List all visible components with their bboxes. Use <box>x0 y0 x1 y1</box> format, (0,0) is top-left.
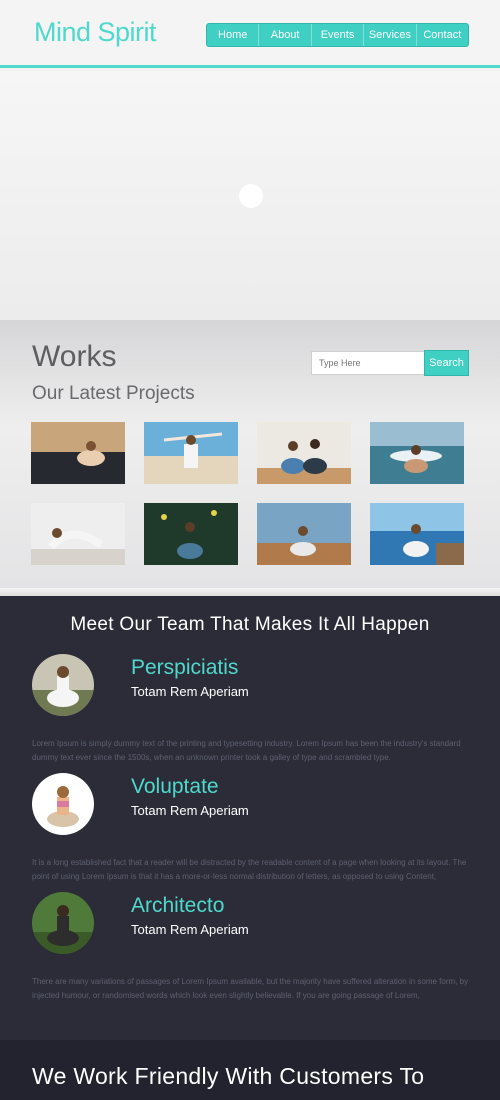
yoga-photo-sea <box>370 503 464 565</box>
site-logo[interactable]: Mind Spirit <box>34 17 157 48</box>
project-thumb-8[interactable] <box>370 503 464 565</box>
yoga-photo-living-room <box>257 503 351 565</box>
nav-contact[interactable]: Contact <box>417 24 468 46</box>
member-2-role: Totam Rem Aperiam <box>131 803 249 818</box>
customers-section: We Work Friendly With Customers To <box>0 1040 500 1100</box>
yoga-photo-beach-arms <box>144 422 238 484</box>
member-1-description: Lorem Ipsum is simply dummy text of the … <box>32 739 461 762</box>
member-3-description: There are many variations of passages of… <box>32 977 469 1000</box>
project-thumb-6[interactable] <box>144 503 238 565</box>
hero-slider <box>0 71 500 320</box>
customers-title: We Work Friendly With Customers To <box>32 1063 425 1089</box>
nav-home[interactable]: Home <box>207 24 260 46</box>
yoga-photo-couple <box>257 422 351 484</box>
yoga-photo-waves <box>370 422 464 484</box>
member-2-avatar <box>32 773 94 835</box>
section-divider <box>0 588 500 596</box>
member-1-role: Totam Rem Aperiam <box>131 684 249 699</box>
nav-services[interactable]: Services <box>364 24 417 46</box>
member-3-name: Architecto <box>131 894 225 917</box>
project-thumb-2[interactable] <box>144 422 238 484</box>
member-3-role: Totam Rem Aperiam <box>131 922 249 937</box>
project-thumb-1[interactable] <box>31 422 125 484</box>
project-thumb-3[interactable] <box>257 422 351 484</box>
team-section: Meet Our Team That Makes It All Happen P… <box>0 596 500 1040</box>
nav-about[interactable]: About <box>259 24 312 46</box>
yoga-photo-night <box>144 503 238 565</box>
works-title: Works <box>32 340 117 373</box>
yoga-photo-stretch <box>31 503 125 565</box>
member-2-description: It is a long established fact that a rea… <box>32 858 467 881</box>
slider-indicator[interactable] <box>239 184 263 208</box>
main-nav: Home About Events Services Contact <box>206 23 469 47</box>
team-heading: Meet Our Team That Makes It All Happen <box>70 614 430 635</box>
project-thumb-7[interactable] <box>257 503 351 565</box>
search-input[interactable] <box>311 351 425 375</box>
member-2-name: Voluptate <box>131 775 219 798</box>
member-1-avatar <box>32 654 94 716</box>
nav-events[interactable]: Events <box>312 24 365 46</box>
project-thumb-5[interactable] <box>31 503 125 565</box>
search-button[interactable]: Search <box>424 350 469 376</box>
member-1-name: Perspiciatis <box>131 656 239 679</box>
member-3-avatar <box>32 892 94 954</box>
site-header: Mind Spirit Home About Events Services C… <box>0 0 500 68</box>
works-section: Works Our Latest Projects Search <box>0 320 500 588</box>
project-thumb-4[interactable] <box>370 422 464 484</box>
works-subtitle: Our Latest Projects <box>32 383 195 404</box>
yoga-photo-beach-sunset <box>31 422 125 484</box>
